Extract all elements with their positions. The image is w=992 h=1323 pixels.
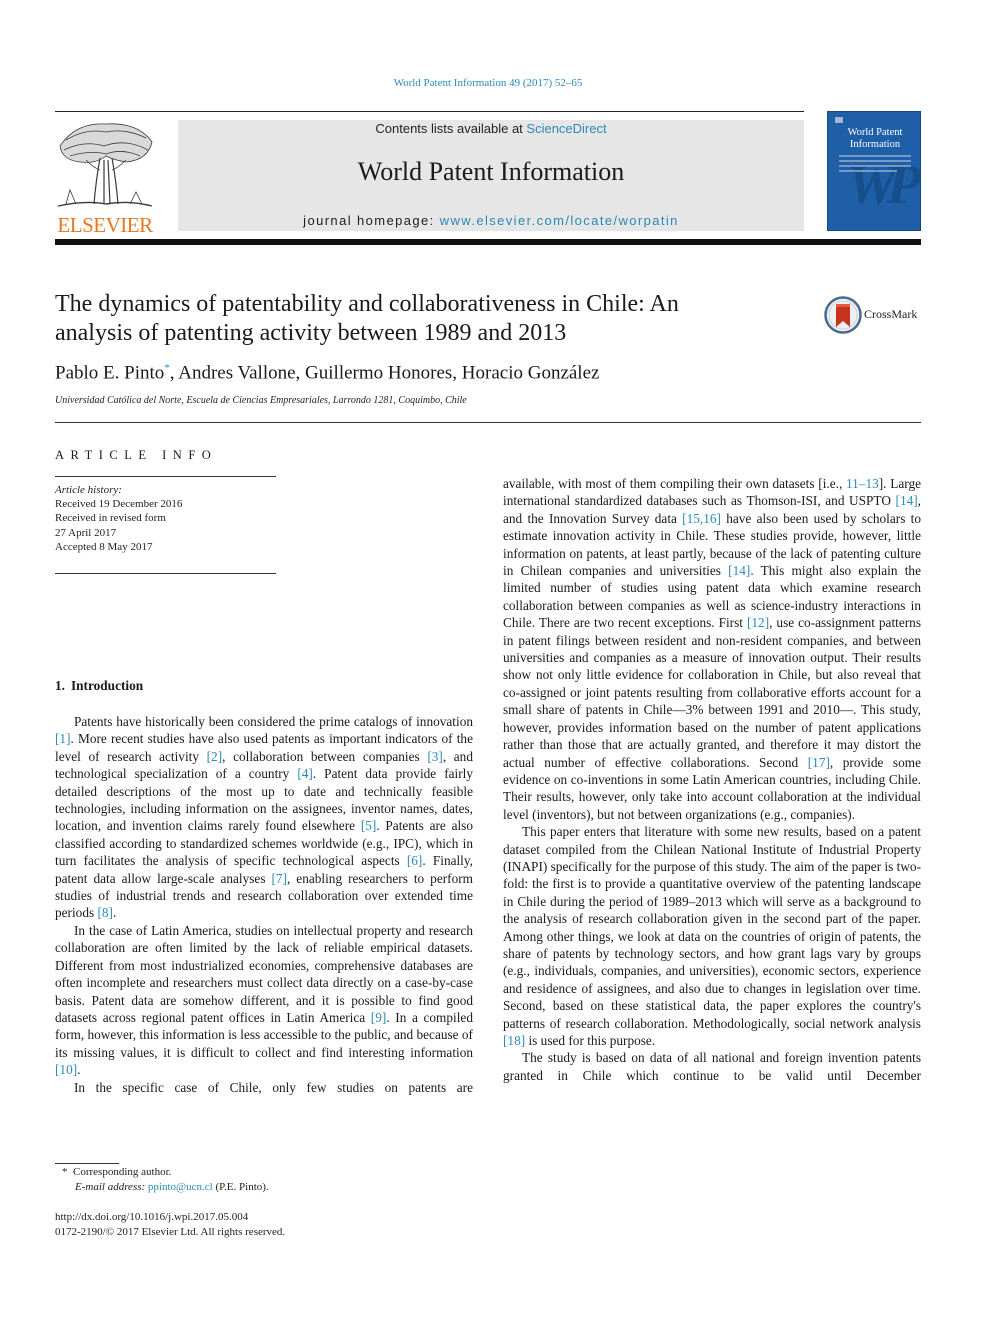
- cover-subtitle-line: [839, 170, 897, 172]
- citation-link[interactable]: [17]: [808, 755, 830, 770]
- body-column-left: Patents have historically been considere…: [55, 713, 473, 1096]
- email-note: E-mail address: ppinto@ucn.cl (P.E. Pint…: [75, 1181, 269, 1193]
- article-title-line: analysis of patenting activity between 1…: [55, 320, 567, 346]
- article-info-heading: ARTICLE INFO: [55, 448, 218, 462]
- history-entry: Accepted 8 May 2017: [55, 540, 153, 553]
- cover-subtitle-line: [839, 165, 911, 167]
- article-history-label: Article history:: [55, 484, 122, 496]
- section-heading: 1. Introduction: [55, 678, 143, 694]
- body-paragraph: This paper enters that literature with s…: [503, 824, 922, 1048]
- homepage-link[interactable]: www.elsevier.com/locate/worpatin: [440, 213, 679, 228]
- cover-title: World Patent Information: [847, 127, 903, 150]
- author-name[interactable]: Guillermo Honores: [305, 362, 452, 383]
- contents-prefix: Contents lists available at: [375, 121, 527, 136]
- citation-link[interactable]: [18]: [503, 1033, 525, 1048]
- body-paragraph: In the specific case of Chile, only few …: [74, 1079, 473, 1095]
- email-label: E-mail address:: [75, 1181, 146, 1193]
- body-paragraph: The study is based on data of all nation…: [503, 1050, 921, 1083]
- crossmark-icon: [824, 296, 862, 334]
- elsevier-logo[interactable]: ELSEVIER: [54, 120, 156, 237]
- elsevier-wordmark: ELSEVIER: [57, 213, 153, 237]
- body-paragraph: available, with most of them compiling t…: [503, 476, 922, 822]
- body-column-right: available, with most of them compiling t…: [503, 475, 921, 1084]
- email-link[interactable]: ppinto@ucn.cl: [148, 1181, 213, 1193]
- citation-link[interactable]: [1]: [55, 731, 71, 746]
- footnote-rule: [55, 1163, 119, 1164]
- history-entry: Received in revised form: [55, 512, 166, 525]
- history-entry: Received 19 December 2016: [55, 498, 183, 511]
- author-name[interactable]: Andres Vallone: [178, 362, 295, 383]
- affiliation: Universidad Católica del Norte, Escuela …: [55, 395, 467, 406]
- journal-citation-link[interactable]: World Patent Information 49 (2017) 52–65: [0, 77, 976, 89]
- homepage-prefix: journal homepage:: [303, 213, 440, 228]
- header-rule: [55, 111, 804, 112]
- title-rule: [55, 422, 921, 423]
- citation-link[interactable]: [10]: [55, 1062, 77, 1077]
- cover-subtitle-line: [839, 155, 911, 157]
- citation-link[interactable]: [15,16]: [682, 511, 721, 526]
- journal-banner: Contents lists available at ScienceDirec…: [178, 120, 804, 231]
- article-history: Article history: Received 19 December 20…: [55, 483, 182, 554]
- cover-subtitle-line: [839, 160, 911, 162]
- copyright-line: 0172-2190/© 2017 Elsevier Ltd. All right…: [55, 1226, 286, 1238]
- journal-cover-thumbnail[interactable]: WP World Patent Information: [827, 111, 921, 231]
- crossmark-button[interactable]: CrossMark: [824, 296, 924, 334]
- citation-link[interactable]: [8]: [97, 905, 113, 920]
- citation-link[interactable]: 11–13: [846, 476, 879, 491]
- author-list: Pablo E. Pinto*, Andres Vallone, Guiller…: [55, 362, 600, 384]
- citation-link[interactable]: [12]: [747, 615, 769, 630]
- author-name[interactable]: Pablo E. Pinto: [55, 362, 164, 383]
- tree-of-knowledge-icon: [57, 123, 153, 207]
- article-info-rule: [55, 476, 276, 477]
- section-number: 1.: [55, 678, 65, 693]
- body-paragraph: In the case of Latin America, studies on…: [55, 922, 473, 1078]
- header-thick-rule: [55, 239, 921, 245]
- citation-link[interactable]: [14]: [896, 493, 918, 508]
- email-owner: (P.E. Pinto).: [215, 1181, 269, 1193]
- citation-link[interactable]: [7]: [271, 871, 287, 886]
- footnote-mark: *: [62, 1166, 68, 1178]
- history-entry: 27 April 2017: [55, 526, 117, 539]
- sciencedirect-link[interactable]: ScienceDirect: [526, 121, 606, 136]
- corresponding-author-note: * Corresponding author.: [62, 1166, 171, 1178]
- citation-link[interactable]: [9]: [371, 1010, 387, 1025]
- body-paragraph: Patents have historically been considere…: [55, 714, 473, 921]
- citation-link[interactable]: [5]: [361, 818, 377, 833]
- article-info-rule: [55, 573, 276, 574]
- article-title-line: The dynamics of patentability and collab…: [55, 291, 679, 317]
- cover-monogram: WP: [847, 154, 921, 216]
- journal-title: World Patent Information: [357, 157, 625, 186]
- cover-publisher-icon: [835, 117, 843, 123]
- citation-link[interactable]: [2]: [207, 749, 223, 764]
- homepage-line: journal homepage: www.elsevier.com/locat…: [178, 213, 804, 228]
- citation-link[interactable]: [3]: [427, 749, 443, 764]
- citation-link[interactable]: [6]: [407, 853, 423, 868]
- article-title: The dynamics of patentability and collab…: [55, 290, 795, 348]
- corresponding-author-text: Corresponding author.: [73, 1166, 172, 1178]
- citation-link[interactable]: [14]: [728, 563, 750, 578]
- contents-line: Contents lists available at ScienceDirec…: [178, 121, 804, 136]
- doi-link[interactable]: http://dx.doi.org/10.1016/j.wpi.2017.05.…: [55, 1211, 248, 1223]
- crossmark-label: CrossMark: [864, 307, 918, 321]
- author-name[interactable]: Horacio González: [462, 362, 600, 383]
- citation-link[interactable]: [4]: [297, 766, 313, 781]
- section-title: Introduction: [70, 678, 144, 693]
